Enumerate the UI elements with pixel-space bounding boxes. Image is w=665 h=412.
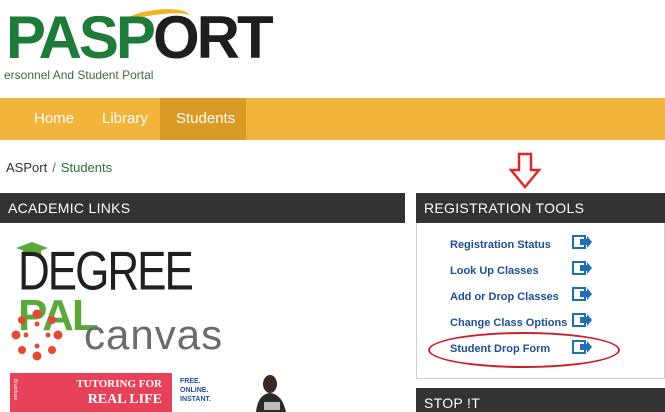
look-up-classes-link[interactable]: Look Up Classes <box>450 265 539 277</box>
canvas-icon <box>11 309 63 361</box>
tutoring-brand: Brainfuse <box>12 379 18 401</box>
degreepal-logo[interactable]: DEGREEPAL <box>14 240 254 338</box>
tutoring-line-2: REAL LIFE <box>87 392 162 407</box>
logo-wordmark: PASPORT <box>6 4 274 71</box>
academic-links-header: ACADEMIC LINKS <box>0 193 405 223</box>
canvas-logo[interactable]: canvas <box>10 305 250 365</box>
breadcrumb-current[interactable]: Students <box>61 160 112 175</box>
breadcrumb-root[interactable]: ASPort <box>6 160 47 175</box>
nav-library[interactable]: Library <box>86 98 164 140</box>
canvas-wordmark: canvas <box>84 311 224 358</box>
pasport-logo[interactable]: PASPORT ersonnel And Student Portal <box>0 4 290 88</box>
external-link-icon[interactable] <box>572 313 592 327</box>
student-photo <box>246 372 296 412</box>
stop-it-header: STOP !T <box>416 388 665 412</box>
external-link-icon[interactable] <box>572 235 592 249</box>
add-drop-classes-link[interactable]: Add or Drop Classes <box>450 291 559 303</box>
main-nav: Home Library Students <box>0 98 665 140</box>
change-class-options-link[interactable]: Change Class Options <box>450 317 567 329</box>
registration-tools-header: REGISTRATION TOOLS <box>416 193 665 223</box>
tutoring-tagline: FREE. ONLINE. INSTANT. <box>180 378 211 403</box>
external-link-icon[interactable] <box>572 287 592 301</box>
down-arrow-icon <box>508 152 542 189</box>
tutoring-line-1: TUTORING FOR <box>76 378 162 390</box>
highlight-oval <box>428 332 620 368</box>
external-link-icon[interactable] <box>572 261 592 275</box>
breadcrumb-separator: / <box>52 160 56 175</box>
breadcrumb: ASPort / Students <box>6 160 112 175</box>
nav-students[interactable]: Students <box>160 98 246 140</box>
logo-subtitle: ersonnel And Student Portal <box>4 68 154 82</box>
nav-home[interactable]: Home <box>18 98 90 140</box>
tutoring-banner[interactable]: Brainfuse TUTORING FOR REAL LIFE <box>10 373 172 412</box>
registration-status-link[interactable]: Registration Status <box>450 239 551 251</box>
